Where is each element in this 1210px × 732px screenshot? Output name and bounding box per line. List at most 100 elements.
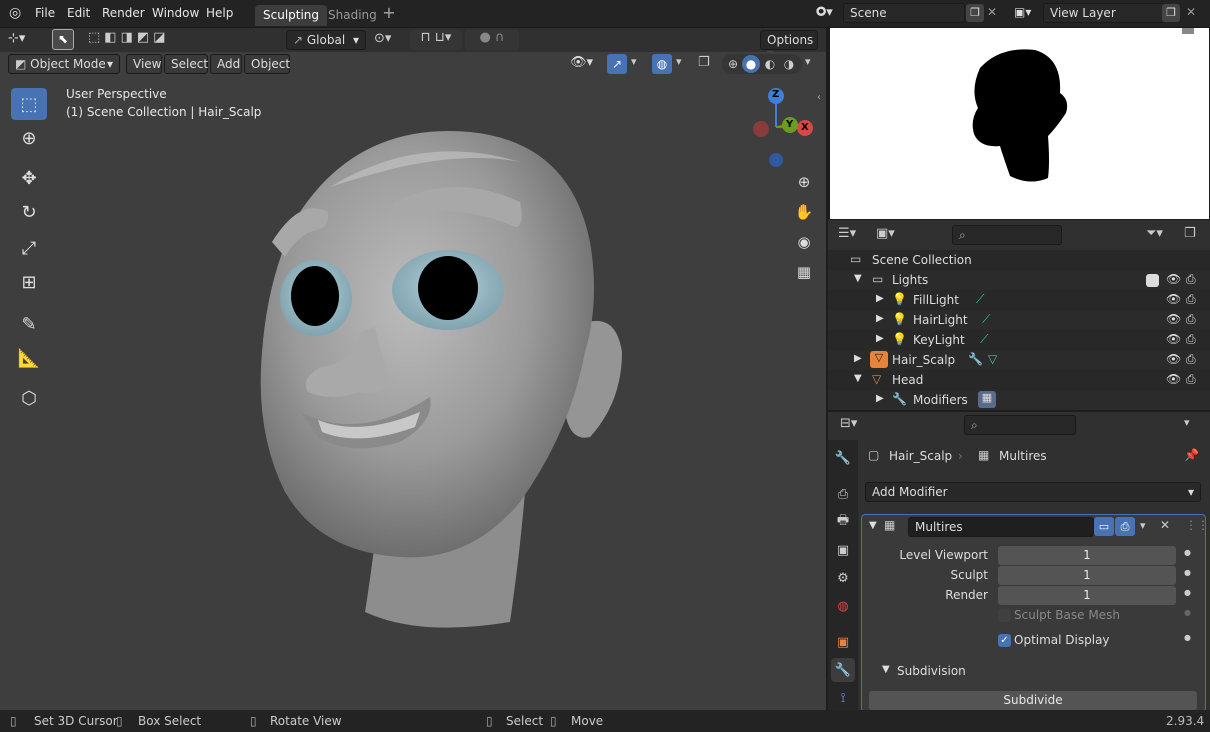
- outliner-row[interactable]: ▼ ▭ Lights 👁 ⎙: [828, 270, 1210, 290]
- select-box-tool-icon[interactable]: ⬚: [11, 88, 47, 120]
- menu-help[interactable]: Help: [206, 6, 233, 20]
- xray-icon[interactable]: ❐: [698, 55, 710, 70]
- add-cube-tool-icon[interactable]: ⬡: [11, 382, 47, 414]
- menu-render[interactable]: Render: [102, 6, 145, 20]
- object-tab-icon[interactable]: ▣: [831, 630, 855, 654]
- outliner-search-input[interactable]: ⌕: [952, 225, 1062, 245]
- menu-view[interactable]: View: [126, 54, 162, 74]
- annotate-tool-icon[interactable]: ✎: [11, 308, 47, 340]
- level-viewport-field[interactable]: 1: [998, 546, 1176, 565]
- render-camera-icon[interactable]: ⎙: [1186, 332, 1196, 347]
- view-layer-tab-icon[interactable]: ▣: [831, 538, 855, 562]
- scene-tab-icon[interactable]: ⚙: [831, 566, 855, 590]
- remove-modifier-icon[interactable]: ✕: [1160, 518, 1170, 532]
- editor-type-icon[interactable]: ⊹▾: [8, 31, 25, 46]
- tab-shading[interactable]: Shading: [320, 5, 385, 26]
- scene-field[interactable]: Scene: [843, 3, 965, 23]
- new-collection-icon[interactable]: ❐: [1184, 226, 1196, 241]
- render-camera-icon[interactable]: ⎙: [1186, 292, 1196, 307]
- render-camera-icon[interactable]: ⎙: [1186, 352, 1196, 367]
- blender-logo-icon[interactable]: ◎: [9, 5, 21, 21]
- filter-icon[interactable]: ⏷▾: [1146, 226, 1163, 241]
- tab-sculpting[interactable]: Sculpting: [255, 5, 328, 26]
- select-tool-icon[interactable]: ⬉: [52, 29, 74, 50]
- ortho-grid-icon[interactable]: ▦: [792, 260, 816, 284]
- mode-dropdown[interactable]: ◩ Object Mode ▾: [8, 54, 120, 74]
- exclude-checkbox[interactable]: [1146, 274, 1159, 287]
- options-dropdown[interactable]: Options ▾: [760, 30, 818, 61]
- menu-object[interactable]: Object: [244, 54, 290, 74]
- expand-arrow-icon[interactable]: ▶: [876, 333, 884, 344]
- remove-view-layer-icon[interactable]: ✕: [1186, 5, 1196, 19]
- overlays-toggle-icon[interactable]: ◍: [652, 54, 672, 74]
- menu-edit[interactable]: Edit: [67, 6, 90, 20]
- outliner-row[interactable]: ▶ 💡 HairLight ⟋ 👁 ⎙: [828, 310, 1210, 330]
- subdivide-button[interactable]: Subdivide: [869, 691, 1197, 710]
- tool-tab-icon[interactable]: 🔧: [831, 446, 855, 470]
- outliner-editor-icon[interactable]: ☰▾: [838, 226, 856, 241]
- snap-icon[interactable]: ⊓ ⊔▾: [410, 30, 462, 50]
- sculpt-field[interactable]: 1: [998, 566, 1176, 585]
- transform-tool-icon[interactable]: ⊞: [11, 266, 47, 298]
- outliner-row[interactable]: ▼ ▽ Head 👁 ⎙: [828, 370, 1210, 390]
- pan-hand-icon[interactable]: ✋: [792, 200, 816, 224]
- material-shading-icon[interactable]: ◐: [761, 55, 779, 73]
- expand-arrow-icon[interactable]: ▶: [876, 313, 884, 324]
- view-layer-icon[interactable]: ▣▾: [1014, 5, 1031, 19]
- move-tool-icon[interactable]: ✥: [11, 162, 47, 194]
- transform-orientation-dropdown[interactable]: ↗ Global ▾: [286, 30, 366, 50]
- eye-icon[interactable]: 👁: [1166, 332, 1181, 346]
- measure-tool-icon[interactable]: 📐: [11, 342, 47, 374]
- shading-dropdown-icon[interactable]: ▾: [805, 55, 811, 68]
- properties-search-input[interactable]: ⌕: [964, 415, 1076, 435]
- modifier-menu-icon[interactable]: ▾: [1140, 519, 1146, 532]
- camera-view-icon[interactable]: ◉: [792, 230, 816, 254]
- world-tab-icon[interactable]: ◍: [831, 594, 855, 618]
- outliner-row[interactable]: ▭ Scene Collection: [828, 250, 1210, 270]
- eye-icon[interactable]: 👁: [1166, 312, 1181, 326]
- solid-shading-icon[interactable]: ●: [742, 55, 760, 73]
- properties-editor-icon[interactable]: ⊟▾: [840, 416, 857, 431]
- outliner-row[interactable]: ▶ ▽ Hair_Scalp 🔧 ▽ 👁 ⎙: [828, 350, 1210, 370]
- remove-scene-icon[interactable]: ✕: [987, 5, 997, 19]
- view-layer-field[interactable]: View Layer: [1043, 3, 1165, 23]
- render-tab-icon[interactable]: ⎙: [831, 482, 855, 506]
- keyframe-dot-icon[interactable]: ●: [1184, 568, 1191, 577]
- eye-icon[interactable]: 👁: [1166, 272, 1181, 286]
- keyframe-dot-icon[interactable]: ●: [1184, 588, 1191, 597]
- subdivision-header[interactable]: Subdivision: [897, 664, 966, 678]
- outliner-row[interactable]: ▶ 💡 FillLight ⟋ 👁 ⎙: [828, 290, 1210, 310]
- drag-handle-icon[interactable]: ⋮⋮: [1185, 518, 1209, 532]
- navigation-gizmo[interactable]: Z Y X: [738, 86, 818, 170]
- select-mode-icons[interactable]: ⬚◧◨◩◪: [88, 30, 184, 50]
- render-camera-icon[interactable]: ⎙: [1186, 372, 1196, 387]
- pin-icon[interactable]: 📌: [1184, 448, 1199, 462]
- modifier-tab-icon[interactable]: 🔧: [831, 658, 855, 682]
- eye-icon[interactable]: 👁: [1166, 352, 1181, 366]
- menu-file[interactable]: File: [35, 6, 55, 20]
- optimal-display-checkbox[interactable]: ✓: [998, 634, 1011, 647]
- new-scene-icon[interactable]: ❐: [966, 4, 984, 22]
- sidebar-toggle-icon[interactable]: ‹: [817, 92, 821, 103]
- render-levels-field[interactable]: 1: [998, 586, 1176, 605]
- display-mode-icon[interactable]: ▣▾: [876, 226, 895, 241]
- scene-icon[interactable]: 🞉▾: [816, 5, 833, 20]
- show-render-icon[interactable]: ⎙: [1115, 517, 1135, 536]
- scale-tool-icon[interactable]: ⤢: [11, 232, 47, 264]
- keyframe-dot-icon[interactable]: ●: [1184, 633, 1191, 642]
- outliner-row[interactable]: ▶ 🔧 Modifiers ▦: [828, 390, 1210, 410]
- rotate-tool-icon[interactable]: ↻: [11, 196, 47, 228]
- outliner-row[interactable]: ▶ 💡 KeyLight ⟋ 👁 ⎙: [828, 330, 1210, 350]
- visibility-icon[interactable]: 👁▾: [570, 55, 593, 70]
- collapse-arrow-icon[interactable]: ▼: [869, 520, 877, 531]
- modifier-name-input[interactable]: Multires: [908, 517, 1094, 537]
- output-tab-icon[interactable]: 🖶: [831, 510, 855, 534]
- expand-arrow-icon[interactable]: ▶: [876, 293, 884, 304]
- zoom-icon[interactable]: ⊕: [792, 170, 816, 194]
- rendered-shading-icon[interactable]: ◑: [780, 55, 798, 73]
- menu-add[interactable]: Add: [210, 54, 242, 74]
- expand-arrow-icon[interactable]: ▼: [854, 373, 862, 384]
- wireframe-shading-icon[interactable]: ⊕: [724, 55, 742, 73]
- proportional-edit-icon[interactable]: ● ∩: [465, 30, 519, 50]
- new-view-layer-icon[interactable]: ❐: [1162, 4, 1180, 22]
